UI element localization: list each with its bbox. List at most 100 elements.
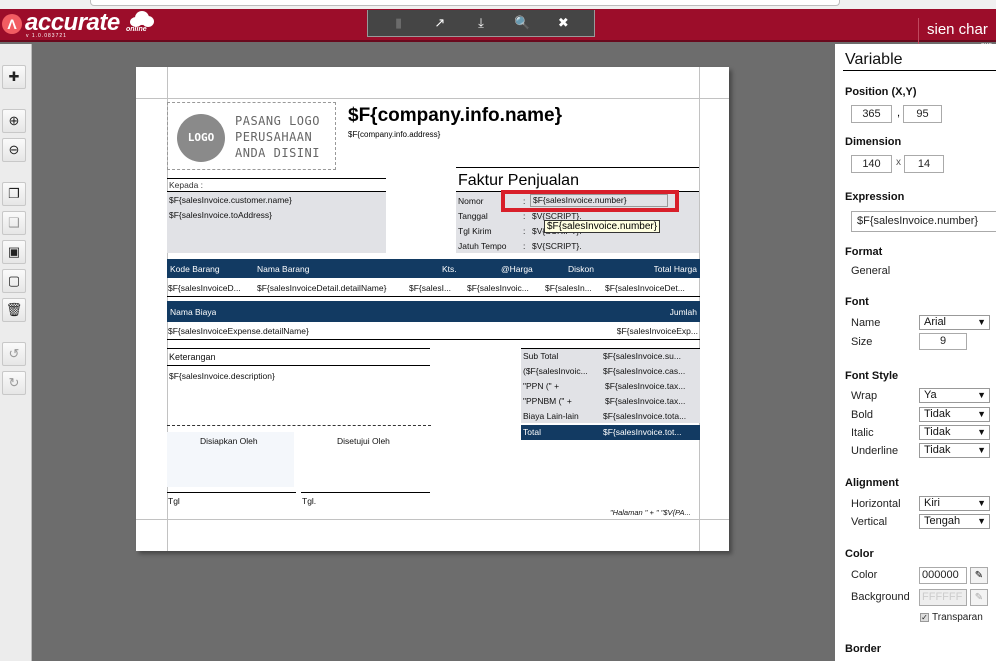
- export-icon: ↗: [434, 15, 446, 30]
- company-name-field[interactable]: $F{company.info.name}: [348, 105, 562, 127]
- col-kts[interactable]: Kts.: [442, 264, 457, 274]
- expense-amount-field[interactable]: $F{salesInvoiceExp...: [617, 326, 698, 336]
- copy-button[interactable]: ❐: [2, 182, 26, 206]
- vertical-value: Tengah: [924, 515, 961, 527]
- col-jumlah[interactable]: Jumlah: [670, 307, 697, 317]
- font-size-input[interactable]: 9: [919, 333, 967, 350]
- logo-circle: LOGO: [177, 114, 225, 162]
- font-label: Font: [845, 296, 869, 308]
- export-button[interactable]: ↗: [429, 13, 451, 33]
- transparent-checkbox[interactable]: ✓ Transparan: [920, 612, 983, 623]
- detail-name-field[interactable]: $F{salesInvoiceDetail.detailName}: [257, 283, 405, 293]
- company-address-field[interactable]: $F{company.info.address}: [348, 130, 440, 139]
- subtotal-field[interactable]: $F{salesInvoice.su...: [603, 351, 698, 361]
- expression-input[interactable]: $F{salesInvoice.number}: [851, 211, 996, 232]
- color-picker-button[interactable]: ✎: [970, 567, 988, 584]
- font-size-label: Size: [851, 336, 873, 348]
- ppn-label[interactable]: "PPN (" +: [523, 381, 598, 391]
- horizontal-align-select[interactable]: Kiri ▼: [919, 496, 990, 511]
- background-input[interactable]: FFFFFF: [919, 589, 967, 606]
- info-label-nomor[interactable]: Nomor: [458, 196, 484, 206]
- discount-field[interactable]: $F{salesInvoice.cas...: [603, 366, 698, 376]
- detail-discount-field[interactable]: $F{salesIn...: [545, 283, 600, 293]
- delete-button[interactable]: 🗑: [2, 298, 26, 322]
- col-harga[interactable]: @Harga: [501, 264, 533, 274]
- other-costs-label[interactable]: Biaya Lain-lain: [523, 411, 598, 421]
- italic-value: Tidak: [924, 426, 951, 438]
- position-x-input[interactable]: 365: [851, 105, 892, 123]
- report-page[interactable]: LOGO PASANG LOGO PERUSAHAAN ANDA DISINI …: [136, 67, 729, 551]
- send-to-back-button[interactable]: ▢: [2, 269, 26, 293]
- paste-button[interactable]: ❑: [2, 211, 26, 235]
- invoice-title[interactable]: Faktur Penjualan: [458, 172, 579, 190]
- tgl-approved-label[interactable]: Tgl.: [302, 496, 316, 506]
- preview-button[interactable]: 🔍: [511, 13, 533, 33]
- col-nama-barang[interactable]: Nama Barang: [257, 264, 309, 274]
- close-button[interactable]: ✖: [552, 13, 574, 33]
- color-input[interactable]: 000000: [919, 567, 967, 584]
- approved-by-label[interactable]: Disetujui Oleh: [337, 436, 390, 446]
- background-picker-button[interactable]: ✎: [970, 589, 988, 606]
- col-diskon[interactable]: Diskon: [568, 264, 594, 274]
- keterangan-label[interactable]: Keterangan: [169, 352, 216, 362]
- description-field[interactable]: $F{salesInvoice.description}: [169, 371, 275, 381]
- detail-kode-field[interactable]: $F{salesInvoiceD...: [168, 283, 253, 293]
- zoom-out-button[interactable]: ⊖: [2, 138, 26, 162]
- info-label-tanggal[interactable]: Tanggal: [458, 211, 488, 221]
- save-button[interactable]: ▮: [388, 13, 410, 33]
- position-y-input[interactable]: 95: [903, 105, 942, 123]
- bring-to-front-button[interactable]: ▣: [2, 240, 26, 264]
- ppnbm-label[interactable]: "PPNBM (" +: [523, 396, 598, 406]
- col-total-harga[interactable]: Total Harga: [654, 264, 697, 274]
- panel-title: Variable: [845, 51, 903, 68]
- wrap-value: Ya: [924, 389, 937, 401]
- ppnbm-field[interactable]: $F{salesInvoice.tax...: [605, 396, 698, 406]
- info-label-jatuh-tempo[interactable]: Jatuh Tempo: [458, 241, 507, 251]
- page-number-field[interactable]: "Halaman " + " "$V{PA...: [610, 508, 691, 517]
- tgl-prepared-label[interactable]: Tgl: [168, 496, 180, 506]
- customer-name-field[interactable]: $F{salesInvoice.customer.name}: [169, 195, 292, 205]
- add-icon: ✚: [8, 69, 20, 84]
- italic-select[interactable]: Tidak ▼: [919, 425, 990, 440]
- chevron-down-icon: ▼: [977, 409, 986, 419]
- to-address-field[interactable]: $F{salesInvoice.toAddress}: [169, 210, 272, 220]
- total-label[interactable]: Total: [523, 427, 541, 437]
- zoom-in-button[interactable]: ⊕: [2, 109, 26, 133]
- detail-total-field[interactable]: $F{salesInvoiceDet...: [605, 283, 699, 293]
- address-bar[interactable]: [90, 0, 840, 6]
- discount-label[interactable]: ($F{salesInvoic...: [523, 366, 598, 376]
- redo-button[interactable]: ↻: [2, 371, 26, 395]
- signature-line: [167, 492, 296, 493]
- wrap-select[interactable]: Ya ▼: [919, 388, 990, 403]
- add-element-button[interactable]: ✚: [2, 65, 26, 89]
- col-kode-barang[interactable]: Kode Barang: [170, 264, 220, 274]
- import-button[interactable]: ⤓: [470, 13, 492, 33]
- divider: [843, 70, 996, 71]
- customer-box[interactable]: $F{salesInvoice.customer.name} $F{salesI…: [167, 192, 386, 253]
- subtotal-label[interactable]: Sub Total: [523, 351, 598, 361]
- col-nama-biaya[interactable]: Nama Biaya: [170, 307, 216, 317]
- other-costs-field[interactable]: $F{salesInvoice.tota...: [603, 411, 698, 421]
- chevron-down-icon: ▼: [977, 498, 986, 508]
- paste-icon: ❑: [8, 215, 20, 230]
- height-input[interactable]: 14: [904, 155, 944, 173]
- undo-button[interactable]: ↺: [2, 342, 26, 366]
- prepared-by-label[interactable]: Disiapkan Oleh: [200, 436, 258, 446]
- detail-qty-field[interactable]: $F{salesI...: [409, 283, 461, 293]
- due-date-field[interactable]: $V{SCRIPT}.: [532, 241, 582, 251]
- bold-select[interactable]: Tidak ▼: [919, 407, 990, 422]
- info-label-tgl-kirim[interactable]: Tgl Kirim: [458, 226, 492, 236]
- vertical-align-select[interactable]: Tengah ▼: [919, 514, 990, 529]
- detail-price-field[interactable]: $F{salesInvoic...: [467, 283, 539, 293]
- ppn-field[interactable]: $F{salesInvoice.tax...: [605, 381, 698, 391]
- wrap-label: Wrap: [851, 390, 878, 402]
- expense-name-field[interactable]: $F{salesInvoiceExpense.detailName}: [168, 326, 309, 336]
- copy-icon: ❐: [8, 186, 20, 201]
- underline-select[interactable]: Tidak ▼: [919, 443, 990, 458]
- font-name-select[interactable]: Arial ▼: [919, 315, 990, 330]
- format-value[interactable]: General: [851, 265, 890, 277]
- kepada-label[interactable]: Kepada :: [169, 180, 203, 190]
- width-input[interactable]: 140: [851, 155, 892, 173]
- total-field[interactable]: $F{salesInvoice.tot...: [603, 427, 698, 437]
- logo-placeholder[interactable]: LOGO PASANG LOGO PERUSAHAAN ANDA DISINI: [167, 102, 336, 170]
